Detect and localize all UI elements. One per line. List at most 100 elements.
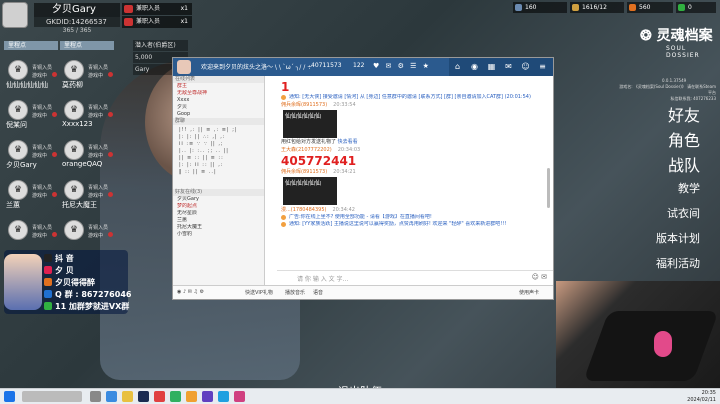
- edge-icon[interactable]: [106, 391, 117, 402]
- sidebar-item[interactable]: 群主: [173, 83, 264, 90]
- player-card[interactable]: ♛ 青铜入员 游戏中 orangeQAQ: [58, 138, 158, 168]
- player-card-level: 青铜入员: [32, 105, 53, 111]
- badge-2[interactable]: 兼职入员 x1: [122, 16, 192, 28]
- player-card-level: 青铜入员: [88, 65, 109, 71]
- player-card-status: 游戏中: [88, 233, 104, 239]
- currency-icon: [678, 4, 685, 11]
- chat-input[interactable]: 请 你 输 入 文 字... ☺ ✉: [277, 270, 553, 284]
- app-icon[interactable]: [170, 391, 181, 402]
- bottom-item[interactable]: 语音: [313, 289, 323, 296]
- menu-team[interactable]: 战队: [668, 152, 700, 176]
- sidebar-item[interactable]: 无敌至尊战神: [173, 90, 264, 97]
- sender: 王大森(2107772202) 20:34:03: [281, 147, 361, 153]
- currency-4: 0: [676, 2, 716, 13]
- friend-item[interactable]: 小雪豹: [173, 231, 264, 238]
- sidebar-item[interactable]: Goop: [173, 111, 264, 118]
- message-image[interactable]: 仙仙仙仙仙仙: [283, 110, 337, 138]
- status-dot-icon: [52, 72, 57, 77]
- bottom-item[interactable]: 播放音乐: [285, 289, 305, 296]
- chat-scrollbar[interactable]: [547, 168, 550, 208]
- badge-label: 兼职入员: [136, 18, 161, 25]
- message-big: 405772441: [281, 154, 357, 168]
- search-box[interactable]: [22, 391, 82, 402]
- badge-1[interactable]: 兼职入员 x1: [122, 3, 192, 15]
- sidebar-item[interactable]: Xxxx: [173, 97, 264, 104]
- player-card-status: 游戏中: [32, 153, 48, 159]
- badge-count: x1: [180, 5, 188, 12]
- taskview-icon[interactable]: [90, 391, 101, 402]
- room-title: 欢迎来到夕贝的炫头之洛～ \ \ `ω´ ╮/ / ÷: [201, 64, 313, 71]
- player-card-avatar: ♛: [8, 220, 28, 240]
- taskbar-clock[interactable]: 20:35 2024/02/11: [687, 390, 716, 404]
- logo-emblem-icon: ❂: [640, 28, 657, 44]
- player-card[interactable]: ♛ 青铜入员 游戏中: [58, 218, 158, 248]
- player-card-status: 游戏中: [32, 193, 48, 199]
- stream-line: 夕贝得得醉: [44, 277, 95, 288]
- player-card[interactable]: ♛ 青铜入员 游戏中 托尼大魔王: [58, 178, 158, 209]
- team-header-left: 里程点: [4, 41, 58, 50]
- sidebar-section: 在线列表: [173, 76, 264, 83]
- app-icon[interactable]: [186, 391, 197, 402]
- gift-link[interactable]: 快去看看: [338, 139, 358, 145]
- emoji-icon[interactable]: ☺ ✉: [532, 273, 547, 281]
- mic-icon[interactable]: ◉ ♪ ✉ ♫ ⚙: [177, 289, 204, 295]
- app-icon[interactable]: [202, 391, 213, 402]
- explorer-icon[interactable]: [122, 391, 133, 402]
- input-placeholder: 请 你 输 入 文 字...: [297, 276, 349, 283]
- message-image[interactable]: 仙仙仙仙仙仙: [283, 177, 337, 205]
- emote-grid[interactable]: |!! ,: || ≡ ,: ≡| ;| |: |: || ∴: ,| ,: ii …: [173, 125, 264, 189]
- player-card[interactable]: ♛ 青铜入员 游戏中 莫药柳: [58, 58, 158, 89]
- player-card-status: 游戏中: [88, 153, 104, 159]
- player-card-level: 青铜入员: [88, 225, 109, 231]
- start-icon[interactable]: [4, 391, 15, 402]
- profile-icon: [44, 266, 52, 274]
- menu-roadmap[interactable]: 版本计划: [656, 230, 700, 246]
- player-avatar[interactable]: [2, 2, 28, 28]
- friend-item[interactable]: 夕贝Gary: [173, 196, 264, 203]
- app-icon[interactable]: [154, 391, 165, 402]
- menu-wardrobe[interactable]: 试衣间: [667, 205, 700, 221]
- home-icon[interactable]: ⌂: [449, 58, 466, 76]
- player-card-status: 游戏中: [88, 73, 104, 79]
- sidebar-section: 群聊: [173, 118, 264, 125]
- menu-events[interactable]: 福利活动: [656, 255, 700, 271]
- game-icon[interactable]: ◉: [466, 58, 483, 76]
- app-icon[interactable]: [218, 391, 229, 402]
- system-notice: 通知: [YY家族活跃] 主播说这里说可以赢得奖励，点赞再用刷好! 欢迎来 "轻…: [281, 221, 543, 228]
- bottom-item[interactable]: 使用声卡: [519, 289, 539, 296]
- badge-icon: [124, 18, 133, 26]
- menu-tutorial[interactable]: 教学: [678, 180, 700, 196]
- status-dot-icon: [52, 232, 57, 237]
- player-hp: 365 / 365: [62, 27, 92, 34]
- player-card-status: 游戏中: [32, 113, 48, 119]
- streamer-avatar: [4, 254, 42, 310]
- stream-line: 抖 音: [44, 253, 74, 264]
- player-card-name: 莫药柳: [62, 81, 83, 89]
- friend-item[interactable]: 兰蕙: [173, 217, 264, 224]
- friend-item[interactable]: 梦的起点: [173, 203, 264, 210]
- bottom-item[interactable]: 快送VIP礼物: [245, 289, 273, 296]
- friend-item[interactable]: 无尽星辰: [173, 210, 264, 217]
- user-icon[interactable]: ☺: [517, 58, 534, 76]
- chat-icon[interactable]: ✉: [500, 58, 517, 76]
- grid-icon[interactable]: ▦: [483, 58, 500, 76]
- currency-icon: [572, 4, 579, 11]
- player-card-avatar: ♛: [64, 180, 84, 200]
- player-card-name: Xxxx123: [62, 120, 93, 128]
- titlebar-icons[interactable]: ♥ ✉ ⚙ ☰ ★: [373, 62, 431, 70]
- currency-2: 1616/12: [570, 2, 624, 13]
- yy-chat-window[interactable]: 欢迎来到夕贝的炫头之洛～ \ \ `ω´ ╮/ / ÷ 40711573 122…: [172, 57, 554, 300]
- friend-item[interactable]: 托尼大魔王: [173, 224, 264, 231]
- menu-character[interactable]: 角色: [668, 127, 700, 151]
- steam-icon[interactable]: [138, 391, 149, 402]
- player-card-name: 托尼大魔王: [62, 201, 97, 209]
- currency-icon: [515, 4, 522, 11]
- game-info: 游戏名: 《灵魂档案(Soul Dossier)》 请在联系Steam平台 私信…: [616, 84, 716, 102]
- app-icon[interactable]: [234, 391, 245, 402]
- sidebar-item[interactable]: 夕贝: [173, 104, 264, 111]
- menu-friends[interactable]: 好友: [668, 102, 700, 126]
- menu-icon[interactable]: ≡: [534, 58, 551, 76]
- status-dot-icon: [108, 72, 113, 77]
- player-card-name: 兰蕙: [6, 201, 20, 209]
- player-card[interactable]: ♛ 青铜入员 游戏中 Xxxx123: [58, 98, 158, 128]
